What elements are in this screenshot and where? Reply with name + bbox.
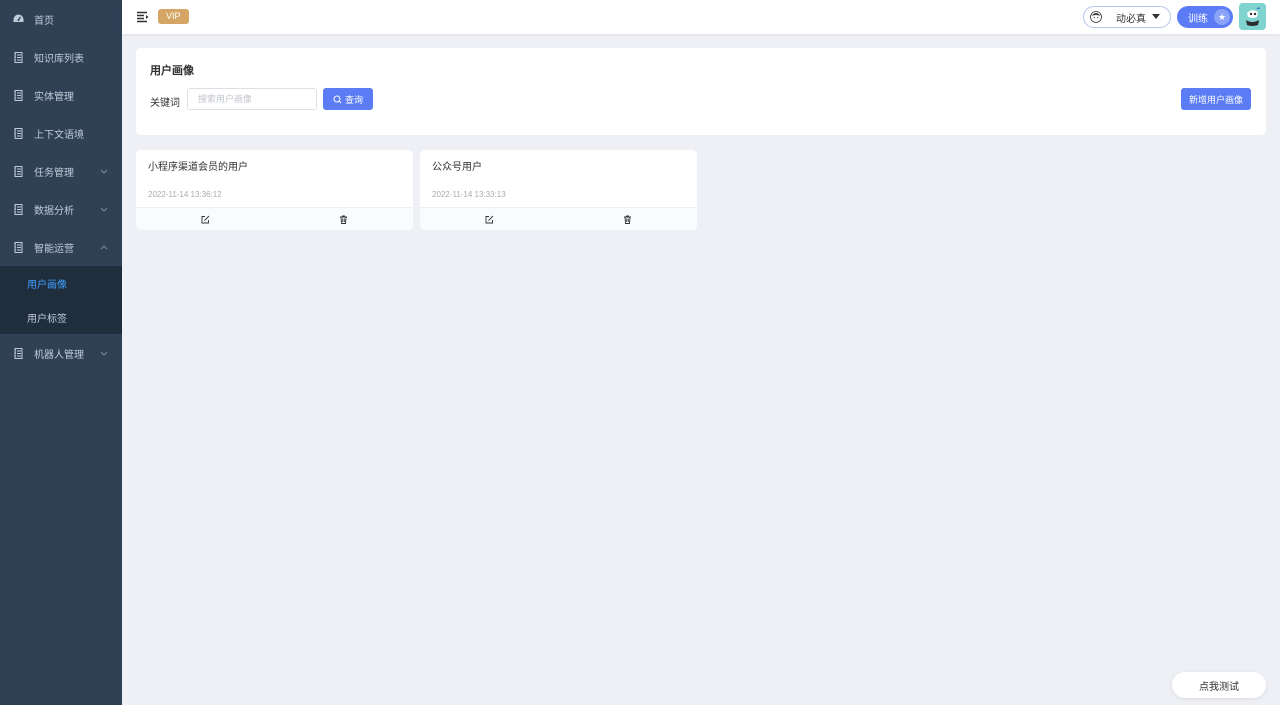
card-actions bbox=[136, 207, 413, 230]
sidebar-subitem-user-profile[interactable]: 用户画像 bbox=[0, 266, 122, 300]
document-icon bbox=[13, 51, 24, 63]
edit-icon bbox=[485, 215, 494, 223]
card-title: 公众号用户 bbox=[432, 162, 482, 173]
sidebar-item-label: 机器人管理 bbox=[34, 349, 84, 361]
chevron-down-icon bbox=[100, 166, 108, 176]
sidebar-item-label: 实体管理 bbox=[34, 91, 74, 103]
sidebar-item-knowledge-base[interactable]: 知识库列表 bbox=[0, 38, 122, 76]
card-timestamp: 2022-11-14 13:36:12 bbox=[148, 190, 222, 199]
train-label: 训练 bbox=[1188, 13, 1208, 25]
profile-card: 小程序渠道会员的用户 2022-11-14 13:36:12 bbox=[136, 150, 413, 230]
sidebar: 首页 知识库列表 实体管理 上下文语境 任务管理 数据分析 智能运营 用户画像 … bbox=[0, 0, 122, 705]
sidebar-item-label: 上下文语境 bbox=[34, 129, 84, 141]
trash-icon bbox=[624, 215, 632, 224]
keyword-label: 关键词 bbox=[150, 98, 180, 109]
sidebar-item-entity[interactable]: 实体管理 bbox=[0, 76, 122, 114]
chevron-down-icon bbox=[100, 204, 108, 214]
avatar[interactable] bbox=[1239, 3, 1266, 30]
document-icon bbox=[13, 347, 24, 359]
search-panel: 用户画像 关键词 查询 新增用户画像 bbox=[136, 48, 1266, 135]
trash-icon bbox=[340, 215, 348, 224]
document-icon bbox=[13, 89, 24, 101]
document-icon bbox=[13, 165, 24, 177]
caret-down-icon bbox=[1152, 14, 1160, 19]
document-icon bbox=[13, 203, 24, 215]
user-name: 动必真 bbox=[1116, 13, 1146, 25]
user-dropdown[interactable]: 动必真 bbox=[1083, 6, 1171, 28]
sidebar-item-smart-ops[interactable]: 智能运营 bbox=[0, 228, 122, 266]
delete-button[interactable] bbox=[559, 208, 698, 230]
card-actions bbox=[420, 207, 697, 230]
query-button[interactable]: 查询 bbox=[323, 88, 373, 110]
document-icon bbox=[13, 241, 24, 253]
vip-badge: VIP bbox=[158, 9, 189, 24]
chevron-up-icon bbox=[100, 242, 108, 252]
add-user-profile-button[interactable]: 新增用户画像 bbox=[1181, 88, 1251, 110]
star-icon: ★ bbox=[1214, 9, 1230, 25]
profile-card: 公众号用户 2022-11-14 13:33:13 bbox=[420, 150, 697, 230]
hamburger-menu-icon[interactable] bbox=[136, 10, 150, 24]
edit-button[interactable] bbox=[420, 208, 559, 230]
sidebar-item-robots[interactable]: 机器人管理 bbox=[0, 334, 122, 372]
train-button[interactable]: 训练 ★ bbox=[1177, 6, 1233, 28]
delete-button[interactable] bbox=[275, 208, 414, 230]
search-input[interactable] bbox=[187, 88, 317, 110]
sidebar-item-label: 任务管理 bbox=[34, 167, 74, 179]
sidebar-item-label: 数据分析 bbox=[34, 205, 74, 217]
card-title: 小程序渠道会员的用户 bbox=[148, 162, 248, 173]
sidebar-item-label: 首页 bbox=[34, 15, 54, 27]
top-header: VIP 动必真 训练 ★ bbox=[122, 0, 1280, 34]
document-icon bbox=[13, 127, 24, 139]
card-timestamp: 2022-11-14 13:33:13 bbox=[432, 190, 506, 199]
sidebar-item-label: 知识库列表 bbox=[34, 53, 84, 65]
user-avatar-icon bbox=[1090, 11, 1102, 23]
sidebar-item-tasks[interactable]: 任务管理 bbox=[0, 152, 122, 190]
test-me-button[interactable]: 点我测试 bbox=[1172, 672, 1266, 698]
edit-button[interactable] bbox=[136, 208, 275, 230]
sidebar-item-home[interactable]: 首页 bbox=[0, 0, 122, 38]
sidebar-item-analytics[interactable]: 数据分析 bbox=[0, 190, 122, 228]
smart-ops-submenu: 用户画像 用户标签 bbox=[0, 266, 122, 334]
sidebar-item-label: 智能运营 bbox=[34, 243, 74, 255]
dashboard-icon bbox=[13, 14, 24, 25]
query-label: 查询 bbox=[344, 94, 363, 105]
search-icon bbox=[333, 95, 342, 104]
edit-icon bbox=[201, 215, 210, 223]
page-title: 用户画像 bbox=[150, 65, 194, 77]
chevron-down-icon bbox=[100, 348, 108, 358]
sidebar-item-context[interactable]: 上下文语境 bbox=[0, 114, 122, 152]
sidebar-subitem-user-tags[interactable]: 用户标签 bbox=[0, 300, 122, 334]
